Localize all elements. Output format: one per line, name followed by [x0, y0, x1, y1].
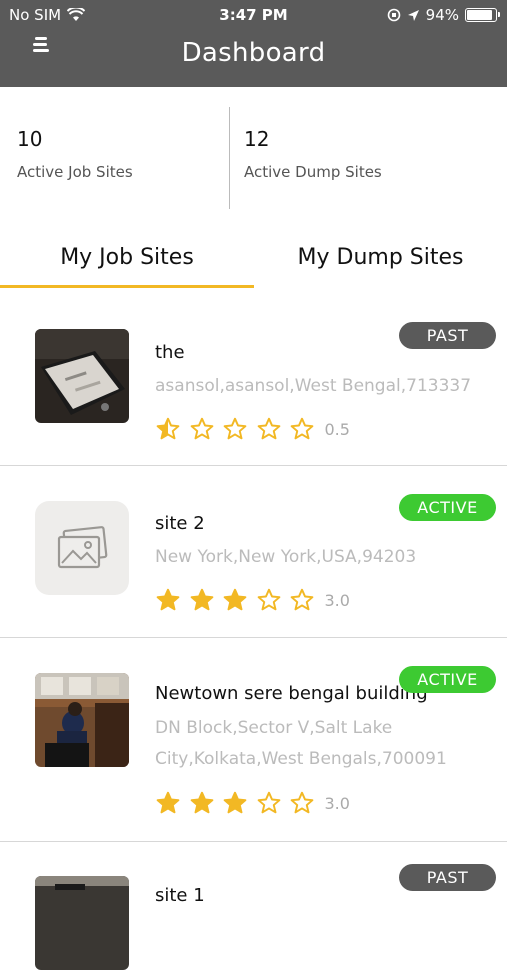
status-badge: ACTIVE	[399, 666, 496, 693]
status-badge: ACTIVE	[399, 494, 496, 521]
site-rating: 0.5	[155, 416, 350, 442]
tab-my-job-sites[interactable]: My Job Sites	[0, 228, 254, 286]
star-filled-icon	[156, 588, 180, 611]
site-address: DN Block,Sector V,Salt Lake City,Kolkata…	[155, 718, 447, 769]
star-outline-icon	[290, 588, 314, 611]
orientation-lock-icon	[387, 8, 400, 22]
list-item[interactable]: the asansol,asansol,West Bengal,713337 0…	[0, 296, 507, 466]
status-badge: PAST	[399, 864, 496, 891]
rating-value: 3.0	[324, 590, 350, 610]
site-thumbnail	[35, 329, 129, 423]
star-outline-icon	[223, 417, 247, 440]
list-item[interactable]: site 1 PAST	[0, 842, 507, 970]
stat-active-dump-sites[interactable]: 12 Active Dump Sites	[244, 127, 382, 181]
star-outline-icon	[290, 417, 314, 440]
stat-value: 10	[17, 127, 43, 151]
nav-bar: Dashboard	[0, 30, 507, 87]
tab-selected-indicator	[0, 285, 254, 288]
site-rating: 3.0	[155, 587, 350, 613]
stats-panel: 10 Active Job Sites 12 Active Dump Sites	[0, 87, 507, 217]
stat-divider	[229, 107, 230, 209]
star-filled-icon	[223, 791, 247, 814]
tab-my-dump-sites[interactable]: My Dump Sites	[254, 228, 507, 286]
star-filled-icon	[223, 588, 247, 611]
rating-value: 3.0	[324, 793, 350, 813]
site-address: New York,New York,USA,94203	[155, 547, 417, 567]
status-badge: PAST	[399, 322, 496, 349]
stat-value: 12	[244, 127, 270, 151]
site-address: asansol,asansol,West Bengal,713337	[155, 376, 472, 396]
star-outline-icon	[257, 588, 280, 611]
star-outline-icon	[257, 791, 280, 814]
status-bar: No SIM 3:47 PM 94%	[0, 0, 507, 30]
stat-label: Active Dump Sites	[244, 163, 382, 181]
stat-active-job-sites[interactable]: 10 Active Job Sites	[17, 127, 133, 181]
site-name: site 2	[155, 513, 205, 534]
site-thumbnail	[35, 501, 129, 595]
image-placeholder-icon	[57, 526, 108, 569]
star-outline-icon	[290, 791, 314, 814]
star-outline-icon	[257, 417, 280, 440]
page-title: Dashboard	[181, 38, 326, 68]
battery-icon	[465, 8, 500, 22]
site-name: the	[155, 342, 185, 363]
stat-label: Active Job Sites	[17, 163, 133, 181]
star-half-icon	[156, 417, 180, 440]
list-item[interactable]: site 2 New York,New York,USA,94203 3.0 A…	[0, 466, 507, 638]
star-filled-icon	[156, 791, 180, 814]
star-outline-icon	[190, 417, 213, 440]
star-filled-icon	[190, 791, 213, 814]
site-name: Newtown sere bengal building	[155, 683, 428, 704]
tab-bar: My Job Sites My Dump Sites	[0, 228, 507, 290]
battery-percent: 94%	[425, 6, 459, 24]
site-rating: 3.0	[155, 790, 350, 816]
site-thumbnail	[35, 673, 129, 767]
site-name: site 1	[155, 885, 205, 906]
list-item[interactable]: Newtown sere bengal building DN Block,Se…	[0, 638, 507, 842]
star-filled-icon	[190, 588, 213, 611]
rating-value: 0.5	[324, 419, 350, 439]
location-arrow-icon	[407, 9, 419, 21]
site-thumbnail	[35, 876, 129, 970]
